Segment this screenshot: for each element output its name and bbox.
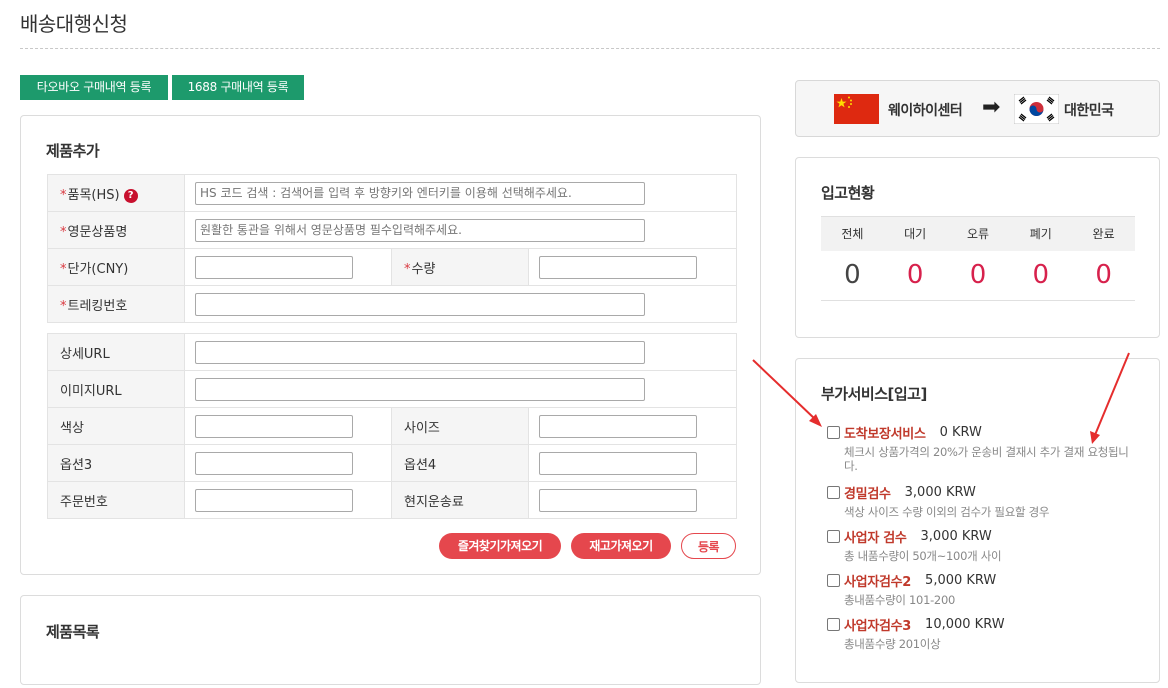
detail-url-label: 상세URL [47,333,185,371]
service-item: 사업자 검수 3,000 KRW 총 내품수량이 50개~100개 사이 [827,527,1137,563]
service-name[interactable]: 경밀검수 [844,483,891,502]
load-stock-button[interactable]: 재고가져오기 [571,533,671,559]
service-desc: 총내품수량이 101-200 [844,593,955,607]
status-header-error: 오류 [946,216,1010,251]
status-table: 전체 대기 오류 폐기 완료 0 0 0 0 0 [821,216,1135,301]
required-mark: * [404,261,411,277]
service-desc: 색상 사이즈 수량 이외의 검수가 필요할 경우 [844,505,1050,519]
help-icon[interactable]: ? [123,188,138,203]
size-label: 사이즈 [391,407,529,445]
quantity-input[interactable] [539,255,697,279]
service-price: 3,000 KRW [920,529,992,544]
taobao-import-button[interactable]: 타오바오 구매내역 등록 [20,75,168,100]
service-name[interactable]: 도착보장서비스 [844,423,926,442]
load-favorites-button[interactable]: 즐겨찾기가져오기 [439,533,561,559]
service-item: 사업자검수3 10,000 KRW 총내품수량 201이상 [827,615,1137,651]
status-value-total[interactable]: 0 [821,250,884,301]
color-label: 색상 [47,407,185,445]
status-panel: 입고현황 전체 대기 오류 폐기 완료 0 0 0 0 0 [795,157,1160,338]
color-input[interactable] [195,414,353,438]
service-checkbox[interactable] [827,530,840,543]
required-mark: * [60,261,67,277]
order-no-label: 주문번호 [47,481,185,519]
1688-import-button[interactable]: 1688 구매내역 등록 [172,75,304,100]
service-price: 3,000 KRW [904,485,976,500]
status-header-complete: 완료 [1072,216,1135,251]
korea-flag-icon [1014,94,1059,124]
product-add-panel: 제품추가 *품목(HS)? *영문상품명 *단가(CNY) *수량 *트레킹번호… [20,115,761,575]
local-shipping-label: 현지운송료 [391,481,529,519]
required-mark: * [60,298,67,314]
service-checkbox[interactable] [827,618,840,631]
service-checkbox[interactable] [827,426,840,439]
status-value-waiting[interactable]: 0 [883,250,947,301]
service-name[interactable]: 사업자검수2 [844,571,911,590]
status-header-discard: 폐기 [1009,216,1073,251]
status-value-discard[interactable]: 0 [1009,250,1073,301]
option4-label: 옵션4 [391,444,529,482]
image-url-label: 이미지URL [47,370,185,408]
required-fields-table: *품목(HS)? *영문상품명 *단가(CNY) *수량 *트레킹번호 [47,174,737,323]
status-value-complete[interactable]: 0 [1072,250,1135,301]
extra-services-panel: 부가서비스[입고] 도착보장서비스 0 KRW 체크시 상품가격의 20%가 운… [795,358,1160,683]
detail-url-input[interactable] [195,340,645,364]
route-from: 웨이하이센터 [888,103,963,119]
service-price: 10,000 KRW [925,617,1005,632]
service-desc: 총내품수량 201이상 [844,637,941,651]
product-list-panel: 제품목록 [20,595,761,685]
register-button[interactable]: 등록 [681,533,736,559]
quantity-label: *수량 [391,248,529,286]
service-price: 0 KRW [939,425,982,440]
eng-name-input[interactable] [195,218,645,242]
service-name[interactable]: 사업자검수3 [844,615,911,634]
local-shipping-input[interactable] [539,488,697,512]
option3-label: 옵션3 [47,444,185,482]
page-title: 배송대행신청 [20,12,128,36]
service-item: 경밀검수 3,000 KRW 색상 사이즈 수량 이외의 검수가 필요할 경우 [827,483,1137,519]
service-name[interactable]: 사업자 검수 [844,527,907,546]
size-input[interactable] [539,414,697,438]
status-title: 입고현황 [821,184,875,202]
status-value-error[interactable]: 0 [946,250,1010,301]
route-to: 대한민국 [1064,103,1114,119]
product-add-title: 제품추가 [46,142,100,160]
title-divider [20,48,1160,49]
order-no-input[interactable] [195,488,353,512]
price-label: *단가(CNY) [47,248,185,286]
eng-name-label: *영문상품명 [47,211,185,249]
option4-input[interactable] [539,451,697,475]
tracking-label: *트레킹번호 [47,285,185,323]
tracking-input[interactable] [195,292,645,316]
required-mark: * [60,187,67,203]
required-mark: * [60,224,67,240]
arrow-right-icon: ➡ [982,95,1001,120]
option3-input[interactable] [195,451,353,475]
price-input[interactable] [195,255,353,279]
service-item: 사업자검수2 5,000 KRW 총내품수량이 101-200 [827,571,1137,607]
status-header-waiting: 대기 [883,216,947,251]
service-price: 5,000 KRW [925,573,997,588]
china-flag-icon [834,94,879,124]
route-panel: 웨이하이센터 ➡ 대한민국 [795,80,1160,137]
image-url-input[interactable] [195,377,645,401]
product-list-title: 제품목록 [46,623,100,641]
optional-fields-table: 상세URL 이미지URL 색상 사이즈 옵션3 옵션4 주문번호 현지운송료 [47,333,737,519]
service-desc: 총 내품수량이 50개~100개 사이 [844,549,1002,563]
extra-services-title: 부가서비스[입고] [821,385,927,403]
service-checkbox[interactable] [827,574,840,587]
hs-label: *품목(HS)? [47,174,185,212]
service-checkbox[interactable] [827,486,840,499]
status-header-total: 전체 [821,216,884,251]
hs-code-input[interactable] [195,181,645,205]
service-item: 도착보장서비스 0 KRW 체크시 상품가격의 20%가 운송비 결재시 추가 … [827,423,1137,473]
service-desc: 체크시 상품가격의 20%가 운송비 결재시 추가 결재 요청됩니다. [844,445,1129,473]
